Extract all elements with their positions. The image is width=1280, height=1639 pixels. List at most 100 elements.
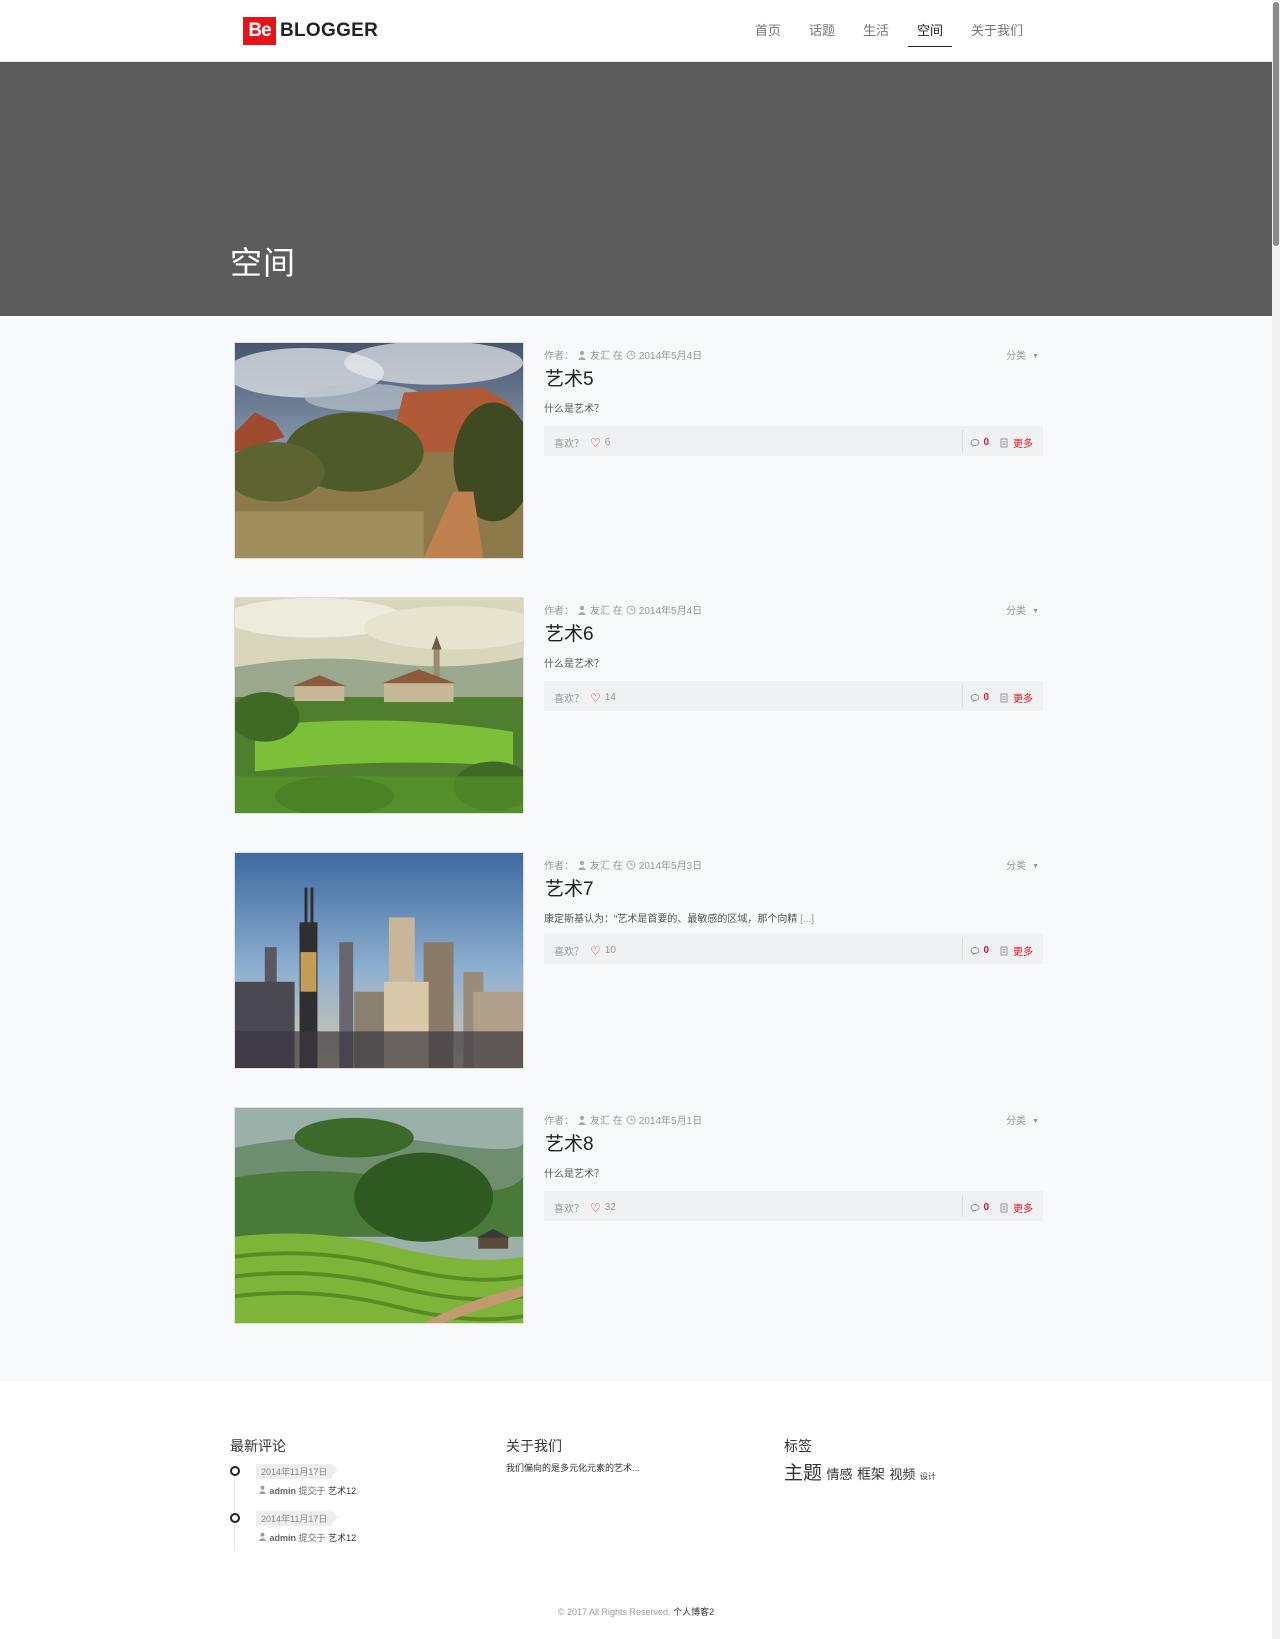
comment-byline: admin 提交于 艺术12 bbox=[258, 1531, 356, 1544]
category-dropdown[interactable]: 分类 ▼ bbox=[1006, 857, 1039, 872]
like-label: 喜欢？ bbox=[554, 1204, 584, 1215]
post-list: 作者： 友汇 在 2014年5月4日 分类 ▼ 艺术5 什么是艺术？ 喜欢？ ♡ … bbox=[0, 316, 1272, 1381]
caret-down-icon: ▼ bbox=[1032, 353, 1039, 360]
post-title[interactable]: 艺术8 bbox=[545, 1129, 594, 1156]
comment-count[interactable]: 0 bbox=[983, 437, 989, 448]
category-dropdown[interactable]: 分类 ▼ bbox=[1006, 347, 1039, 362]
post-excerpt: 什么是艺术？ bbox=[544, 1165, 604, 1180]
heart-icon[interactable]: ♡ bbox=[590, 437, 601, 449]
comment-icon bbox=[970, 1203, 980, 1212]
comment-count[interactable]: 0 bbox=[983, 692, 989, 703]
heart-icon[interactable]: ♡ bbox=[590, 1202, 601, 1214]
like-count: 10 bbox=[604, 945, 616, 956]
like-count: 32 bbox=[604, 1202, 616, 1213]
comment-target-link[interactable]: 艺术12 bbox=[328, 1533, 356, 1543]
divider bbox=[962, 938, 963, 960]
user-icon bbox=[578, 1115, 586, 1125]
nav-item-home[interactable]: 首页 bbox=[746, 20, 790, 47]
heart-icon[interactable]: ♡ bbox=[590, 945, 601, 957]
author-prefix: 作者： bbox=[544, 1116, 574, 1127]
post-item: 作者： 友汇 在 2014年5月4日 分类 ▼ 艺术5 什么是艺术？ 喜欢？ ♡ … bbox=[234, 342, 1043, 559]
excerpt-more[interactable]: [...] bbox=[800, 914, 814, 925]
read-more-link[interactable]: 更多 bbox=[1013, 943, 1033, 958]
like-area: 喜欢？ ♡ 10 bbox=[554, 943, 616, 959]
caret-down-icon: ▼ bbox=[1032, 1118, 1039, 1125]
category-label: 分类 bbox=[1006, 861, 1027, 872]
nav-item-about[interactable]: 关于我们 bbox=[962, 20, 1032, 47]
read-more-link[interactable]: 更多 bbox=[1013, 435, 1033, 450]
scrollbar[interactable] bbox=[1272, 0, 1280, 1639]
comment-count[interactable]: 0 bbox=[983, 1202, 989, 1213]
page-banner: 空间 bbox=[0, 62, 1272, 316]
category-label: 分类 bbox=[1006, 351, 1027, 362]
caret-down-icon: ▼ bbox=[1032, 608, 1039, 615]
post-title[interactable]: 艺术5 bbox=[545, 364, 594, 391]
comment-verb: 提交于 bbox=[298, 1486, 326, 1496]
like-count: 14 bbox=[604, 692, 616, 703]
tag-link[interactable]: 情感 bbox=[826, 1467, 852, 1482]
post-title[interactable]: 艺术7 bbox=[545, 874, 594, 901]
post-item: 作者： 友汇 在 2014年5月3日 分类 ▼ 艺术7 康定斯基认为：“艺术是首要… bbox=[234, 852, 1043, 1069]
nav-item-topics[interactable]: 话题 bbox=[800, 20, 844, 47]
nav-item-space[interactable]: 空间 bbox=[907, 20, 952, 47]
site-link[interactable]: 个人博客2 bbox=[673, 1607, 714, 1617]
comment-byline: admin 提交于 艺术12 bbox=[258, 1484, 356, 1497]
post-author-link[interactable]: 友汇 bbox=[590, 602, 610, 617]
excerpt-text: 康定斯基认为：“艺术是首要的、最敏感的区域，那个向精 bbox=[544, 914, 801, 925]
excerpt-text: 什么是艺术？ bbox=[544, 404, 604, 415]
post-author-link[interactable]: 友汇 bbox=[590, 347, 610, 362]
excerpt-text: 什么是艺术？ bbox=[544, 659, 604, 670]
category-label: 分类 bbox=[1006, 1116, 1027, 1127]
post-thumbnail-city[interactable] bbox=[234, 852, 524, 1069]
document-icon bbox=[1000, 693, 1008, 702]
at-label: 在 bbox=[612, 351, 623, 362]
caret-down-icon: ▼ bbox=[1032, 863, 1039, 870]
post-thumbnail-village[interactable] bbox=[234, 597, 524, 814]
tag-link[interactable]: 视频 bbox=[889, 1467, 915, 1482]
comment-icon bbox=[970, 438, 980, 447]
at-label: 在 bbox=[612, 861, 623, 872]
post-title[interactable]: 艺术6 bbox=[545, 619, 594, 646]
village-landscape-image bbox=[235, 598, 523, 813]
document-icon bbox=[1000, 946, 1008, 955]
read-more-link[interactable]: 更多 bbox=[1013, 690, 1033, 705]
post-date: 2014年5月1日 bbox=[638, 1116, 703, 1127]
post-thumbnail-terraces[interactable] bbox=[234, 1107, 524, 1324]
canyon-landscape-image bbox=[235, 343, 523, 558]
post-excerpt: 什么是艺术？ bbox=[544, 655, 604, 670]
tag-link[interactable]: 框架 bbox=[857, 1466, 885, 1482]
timeline-dot bbox=[230, 1513, 240, 1523]
excerpt-text: 什么是艺术？ bbox=[544, 1169, 604, 1180]
comment-target-link[interactable]: 艺术12 bbox=[328, 1486, 356, 1496]
like-label: 喜欢？ bbox=[554, 439, 584, 450]
document-icon bbox=[1000, 438, 1008, 447]
category-dropdown[interactable]: 分类 ▼ bbox=[1006, 1112, 1039, 1127]
post-author-link[interactable]: 友汇 bbox=[590, 1112, 610, 1127]
user-icon bbox=[258, 1485, 267, 1494]
page-title: 空间 bbox=[230, 245, 297, 281]
copyright-text: © 2017 All Rights Reserved. bbox=[557, 1607, 671, 1617]
category-dropdown[interactable]: 分类 ▼ bbox=[1006, 602, 1039, 617]
comment-count[interactable]: 0 bbox=[983, 945, 989, 956]
at-label: 在 bbox=[612, 606, 623, 617]
heart-icon[interactable]: ♡ bbox=[590, 692, 601, 704]
tag-link[interactable]: 主题 bbox=[784, 1463, 822, 1484]
read-more-link[interactable]: 更多 bbox=[1013, 1200, 1033, 1215]
scrollbar-thumb[interactable] bbox=[1273, 2, 1279, 246]
nav-item-life[interactable]: 生活 bbox=[854, 20, 898, 47]
post-meta: 作者： 友汇 在 2014年5月4日 bbox=[544, 602, 702, 617]
post-thumbnail-canyon[interactable] bbox=[234, 342, 524, 559]
post-item: 作者： 友汇 在 2014年5月4日 分类 ▼ 艺术6 什么是艺术？ 喜欢？ ♡ … bbox=[234, 597, 1043, 814]
post-actions: 0 更多 bbox=[970, 435, 1033, 450]
post-meta: 作者： 友汇 在 2014年5月4日 bbox=[544, 347, 702, 362]
timeline-dot bbox=[230, 1466, 240, 1476]
tag-link[interactable]: 设计 bbox=[920, 1472, 936, 1481]
post-author-link[interactable]: 友汇 bbox=[590, 857, 610, 872]
comment-user: admin bbox=[269, 1533, 297, 1543]
page: Be BLOGGER 首页 话题 生活 空间 关于我们 空间 作者： 友汇 在 … bbox=[0, 0, 1272, 1639]
comment-icon bbox=[970, 693, 980, 702]
site-logo[interactable]: Be BLOGGER bbox=[243, 17, 378, 45]
city-skyline-image bbox=[235, 853, 523, 1068]
main-nav: 首页 话题 生活 空间 关于我们 bbox=[746, 20, 1032, 47]
post-footer-bar: 喜欢？ ♡ 14 0 更多 bbox=[544, 681, 1043, 711]
